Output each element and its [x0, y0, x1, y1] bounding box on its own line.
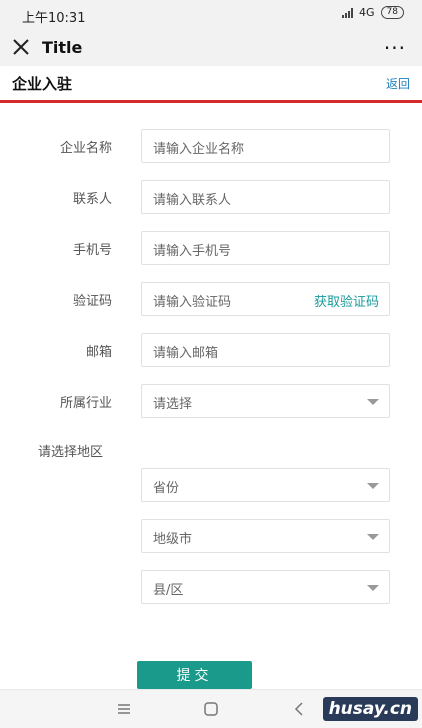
get-code-button[interactable]: 获取验证码: [314, 291, 379, 310]
province-select[interactable]: 省份: [141, 468, 390, 502]
email-input[interactable]: 请输入邮箱: [141, 333, 390, 367]
chevron-down-icon: [367, 534, 379, 540]
company-placeholder: 请输入企业名称: [153, 142, 245, 157]
province-row: 省份: [0, 468, 422, 502]
phone-row: 手机号 请输入手机号: [0, 231, 422, 265]
code-label: 验证码: [72, 294, 112, 309]
contact-placeholder: 请输入联系人: [153, 193, 232, 208]
contact-row: 联系人 请输入联系人: [0, 180, 422, 214]
code-placeholder: 请输入验证码: [153, 295, 232, 310]
email-row: 邮箱 请输入邮箱: [0, 333, 422, 367]
contact-input[interactable]: 请输入联系人: [141, 180, 390, 214]
watermark-logo: husay.cn: [322, 697, 418, 721]
phone-placeholder: 请输入手机号: [153, 244, 232, 259]
phone-input[interactable]: 请输入手机号: [141, 231, 390, 265]
status-icons: 4G 78: [342, 6, 404, 19]
battery-icon: 78: [380, 6, 404, 19]
back-link[interactable]: 返回: [386, 75, 410, 92]
city-select[interactable]: 地级市: [141, 519, 390, 553]
submit-button[interactable]: 提交: [137, 661, 252, 689]
city-value: 地级市: [153, 532, 193, 547]
title-bar: Title ···: [0, 30, 422, 66]
district-select[interactable]: 县/区: [141, 570, 390, 604]
company-label: 企业名称: [59, 141, 112, 156]
code-input[interactable]: 请输入验证码 获取验证码: [141, 282, 390, 316]
city-row: 地级市: [0, 519, 422, 553]
industry-label: 所属行业: [59, 396, 112, 411]
network-label: 4G: [359, 6, 375, 19]
company-input[interactable]: 请输入企业名称: [141, 129, 390, 163]
email-label: 邮箱: [85, 345, 112, 360]
industry-value: 请选择: [153, 397, 193, 412]
district-value: 县/区: [153, 583, 184, 598]
back-icon[interactable]: [287, 698, 311, 720]
chevron-down-icon: [367, 483, 379, 489]
district-row: 县/区: [0, 570, 422, 604]
industry-select[interactable]: 请选择: [141, 384, 390, 418]
chevron-down-icon: [367, 585, 379, 591]
status-time: 上午10:31: [22, 11, 86, 26]
code-row: 验证码 请输入验证码 获取验证码: [0, 282, 422, 316]
home-icon[interactable]: [199, 698, 223, 720]
industry-row: 所属行业 请选择: [0, 384, 422, 418]
status-bar: 上午10:31 4G 78: [0, 0, 422, 30]
contact-label: 联系人: [72, 192, 112, 207]
page-title: 企业入驻: [12, 75, 73, 93]
phone-label: 手机号: [72, 243, 112, 258]
more-menu-icon[interactable]: ···: [384, 36, 406, 60]
province-value: 省份: [153, 481, 180, 496]
signal-icon: [342, 7, 354, 18]
close-icon[interactable]: [10, 36, 32, 58]
window-title: Title: [42, 38, 83, 57]
company-row: 企业名称 请输入企业名称: [0, 129, 422, 163]
chevron-down-icon: [367, 399, 379, 405]
region-label: 请选择地区: [38, 445, 104, 460]
menu-icon[interactable]: [112, 698, 136, 720]
email-placeholder: 请输入邮箱: [153, 346, 219, 361]
page-header: 企业入驻 返回: [0, 66, 422, 103]
